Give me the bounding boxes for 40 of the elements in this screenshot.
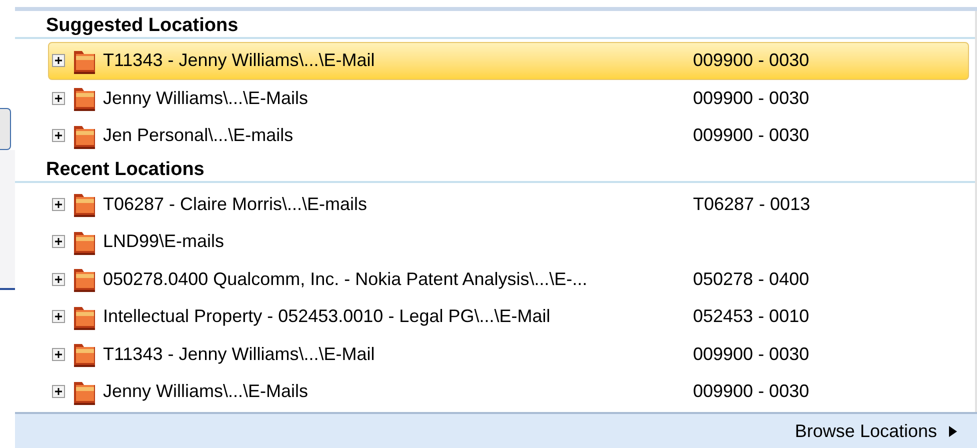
expand-icon[interactable]: [52, 310, 65, 324]
expand-icon[interactable]: [52, 235, 65, 248]
matter-code: T06287 - 0013: [693, 192, 810, 216]
location-path: T11343 - Jenny Williams\...\E-Mail: [103, 49, 376, 72]
browse-locations-link[interactable]: Browse Locations: [794, 418, 957, 444]
location-path: Intellectual Property - 052453.0010 - Legal PG\...\E-Mail: [103, 305, 552, 328]
location-item[interactable]: T11343 - Jenny Williams\...\E-Mail 009900 - 0030: [48, 336, 969, 373]
matter-code: 009900 - 0030: [693, 86, 810, 110]
expand-icon[interactable]: [52, 385, 65, 398]
matter-code: 052453 - 0010: [693, 305, 810, 328]
location-path: T11343 - Jenny Williams\...\E-Mail: [103, 342, 376, 366]
expand-icon[interactable]: [52, 54, 65, 68]
location-item[interactable]: LND99\E-mails: [48, 223, 969, 260]
location-path: LND99\E-mails: [103, 230, 226, 254]
matter-code: 009900 - 0030: [693, 49, 810, 72]
location-path: Jenny Williams\...\E-Mails: [103, 86, 310, 110]
matter-code: 009900 - 0030: [693, 380, 810, 404]
location-item[interactable]: T11343 - Jenny Williams\...\E-Mail 009900 - 0030: [48, 42, 969, 80]
location-item[interactable]: Jenny Williams\...\E-Mails 009900 - 0030: [48, 80, 969, 117]
location-item[interactable]: T06287 - Claire Morris\...\E-mails T06287 - 0013: [48, 186, 969, 223]
matter-code: 009900 - 0030: [693, 124, 810, 148]
expand-icon[interactable]: [52, 272, 65, 286]
dropdown-edge[interactable]: [0, 108, 11, 150]
expand-icon[interactable]: [52, 348, 65, 361]
matter-code: 009900 - 0030: [693, 342, 810, 366]
location-path: Jen Personal\...\E-mails: [103, 124, 294, 148]
expand-icon[interactable]: [52, 129, 65, 142]
section-heading: Suggested Locations: [46, 16, 238, 35]
location-path: 050278.0400 Qualcomm, Inc. - Nokia Patent Analysis\...\E-...: [103, 268, 588, 291]
matter-code: 050278 - 0400: [693, 268, 810, 291]
expand-icon[interactable]: [52, 198, 65, 211]
location-item[interactable]: Jenny Williams\...\E-Mails 009900 - 0030: [48, 373, 969, 410]
section-heading: Recent Locations: [46, 160, 204, 178]
location-item[interactable]: Intellectual Property - 052453.0010 - Legal PG\...\E-Mail 052453 - 0010: [48, 298, 969, 336]
location-path: Jenny Williams\...\E-Mails: [103, 380, 310, 404]
location-path: T06287 - Claire Morris\...\E-mails: [103, 192, 368, 216]
location-item[interactable]: 050278.0400 Qualcomm, Inc. - Nokia Patent Analysis\...\E-... 050278 - 0400: [48, 260, 969, 298]
location-item[interactable]: Jen Personal\...\E-mails 009900 - 0030: [48, 117, 969, 154]
expand-icon[interactable]: [52, 92, 65, 105]
caret-icon: [949, 426, 957, 436]
